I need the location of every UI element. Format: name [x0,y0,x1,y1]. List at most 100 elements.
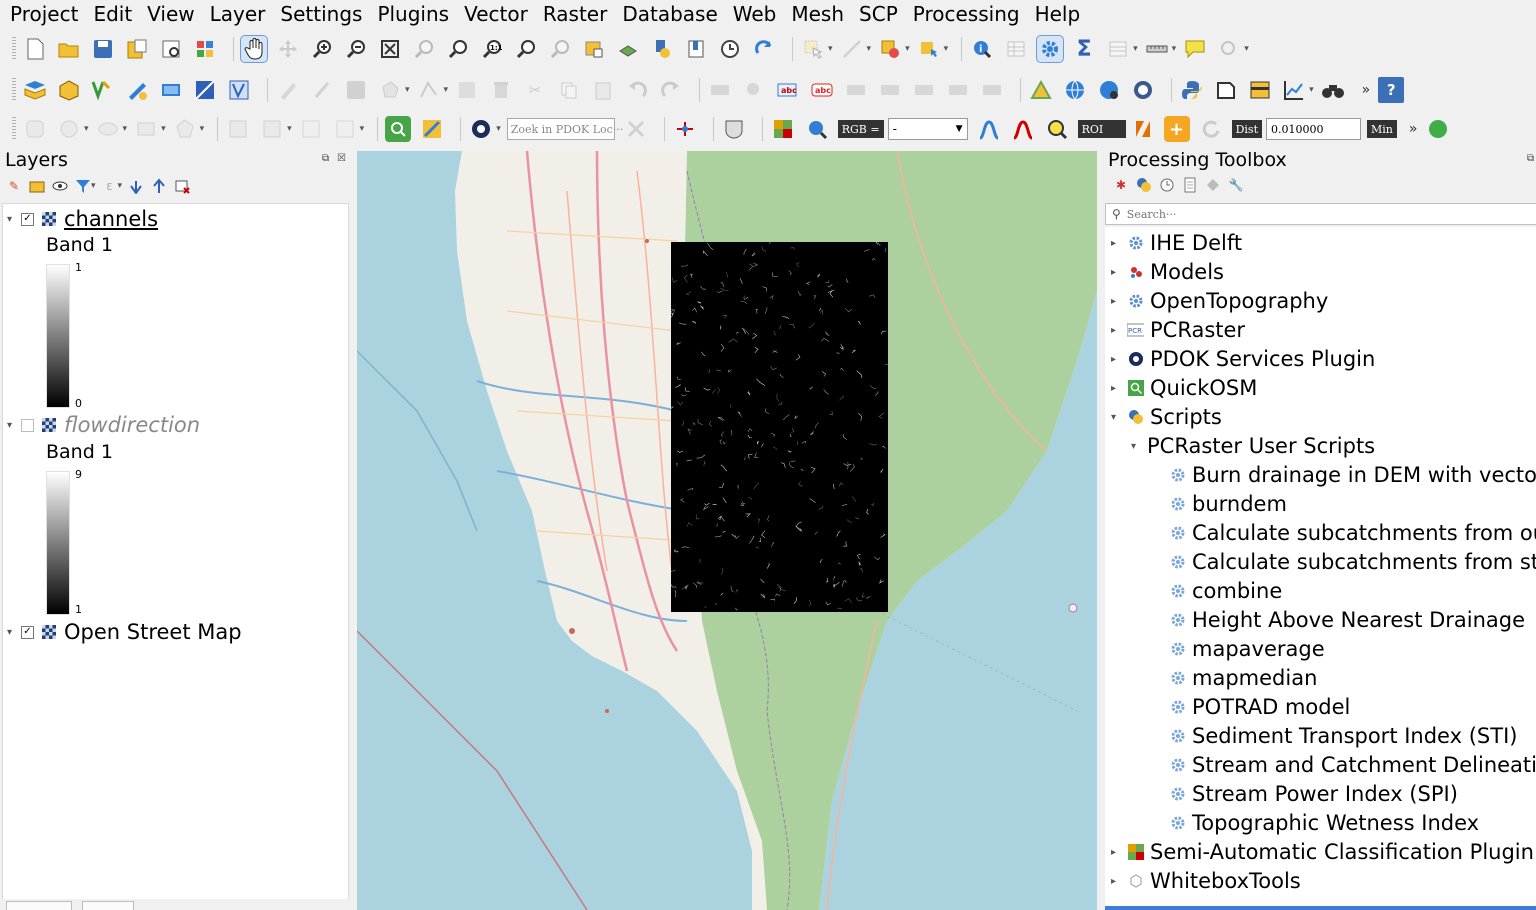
chevron-down-icon[interactable]: ▾ [905,44,910,54]
select-location-icon[interactable] [916,36,942,62]
add-ellipse-icon[interactable] [95,116,121,142]
split-features-icon[interactable] [298,116,324,142]
toolbox-item-height-above-nearest-drainage[interactable]: Height Above Nearest Drainage [1169,606,1525,634]
chevron-down-icon[interactable]: ▾ [123,124,128,134]
map-tips-icon[interactable] [1182,36,1208,62]
layer-name-channels[interactable]: channels [64,207,158,231]
identify-features-icon[interactable]: i [969,36,995,62]
toolbox-item-topographic-wetness-index[interactable]: Topographic Wetness Index [1169,809,1479,837]
change-label-icon[interactable] [945,77,971,103]
chevron-down-icon[interactable]: ▾ [1172,44,1177,54]
highlight-pinned-icon[interactable] [843,77,869,103]
toolbar-handle[interactable] [12,37,16,61]
toolbar-overflow-icon[interactable]: » [1409,121,1418,137]
cut-features-icon[interactable]: ✂ [522,77,548,103]
chevron-right-icon[interactable]: ▸ [1111,325,1127,336]
expand-all-icon[interactable] [128,178,144,194]
filter-legend-icon[interactable] [75,178,91,194]
zoom-out-icon[interactable] [343,36,369,62]
toolbox-item-pdok-services-plugin[interactable]: ▸ PDOK Services Plugin [1111,345,1375,373]
toolbox-item-pcraster-user-scripts[interactable]: ▾ PCRaster User Scripts [1131,432,1375,460]
edit-features-in-place-icon[interactable] [1205,177,1221,193]
float-panel-icon[interactable]: ⧉ [322,153,329,164]
zoom-next-icon[interactable] [547,36,573,62]
chevron-right-icon[interactable]: ▸ [1111,354,1127,365]
add-regular-polygon-icon[interactable] [172,116,198,142]
add-polygon-icon[interactable] [377,77,403,103]
help-icon[interactable]: ? [1378,77,1405,103]
chevron-right-icon[interactable]: ▸ [1111,238,1127,249]
chevron-down-icon[interactable]: ▾ [1309,85,1314,95]
new-bookmark-icon[interactable] [649,36,675,62]
layer-checkbox-flowdirection[interactable] [21,418,34,432]
chevron-right-icon[interactable]: ▸ [1111,267,1127,278]
add-rectangle-icon[interactable] [133,116,159,142]
chevron-down-icon[interactable]: ▾ [360,124,365,134]
options-wrench-icon[interactable]: 🔧 [1228,177,1244,193]
show-bookmarks-icon[interactable] [683,36,709,62]
python-console-icon[interactable] [1179,77,1205,103]
pin-labels-icon[interactable] [741,77,767,103]
toolbox-item-whiteboxtools[interactable]: ▸ WhiteboxTools [1111,867,1301,895]
chevron-down-icon[interactable]: ▾ [7,627,21,638]
data-source-manager-icon[interactable] [22,77,48,103]
toolbox-item-burndem[interactable]: burndem [1169,490,1287,518]
layer-name-osm[interactable]: Open Street Map [64,620,242,644]
save-project-icon[interactable] [90,36,116,62]
toolbox-item-ihe-delft[interactable]: ▸ IHE Delft [1111,229,1242,257]
models-icon[interactable]: ✱ [1113,177,1129,193]
local-cumulative-stretch-icon[interactable] [976,116,1002,142]
measure-line-icon[interactable] [1144,36,1170,62]
zoom-to-selection-icon[interactable] [411,36,437,62]
new-raster-layer-icon[interactable] [192,77,218,103]
toolbox-item-potrad-model[interactable]: POTRAD model [1169,693,1350,721]
results-viewer-icon[interactable] [1182,177,1198,193]
label-toolbar-icon[interactable] [707,77,733,103]
toolbox-item-models[interactable]: ▸ Models [1111,258,1224,286]
open-attribute-table-icon[interactable] [1003,36,1029,62]
toolbox-item-semi-automatic-classification-plugin[interactable]: ▸ Semi-Automatic Classification Plugin [1111,838,1534,866]
chevron-down-icon[interactable]: ▾ [161,124,166,134]
rgb-combo[interactable]: - ▼ [887,118,968,140]
zoom-roi-icon[interactable] [1044,116,1070,142]
print-layout-icon[interactable] [158,36,184,62]
metasearch-icon[interactable] [1130,77,1156,103]
toolbox-item-burn-drainage-in-dem-with-vector[interactable]: Burn drainage in DEM with vector... [1169,461,1536,489]
toolbar-overflow-icon[interactable]: » [1362,82,1371,98]
chevron-down-icon[interactable]: ▾ [84,124,89,134]
locator-icon[interactable] [1216,36,1242,62]
move-label-icon[interactable] [877,77,903,103]
toolbox-item-sediment-transport-index-sti[interactable]: Sediment Transport Index (STI) [1169,722,1517,750]
zoom-in-icon[interactable] [309,36,335,62]
scripts-icon[interactable] [1136,177,1152,193]
chevron-right-icon[interactable]: ▸ [1111,876,1127,887]
toolbox-item-pcraster[interactable]: ▸ PCR PCRaster [1111,316,1245,344]
dist-spinbox[interactable]: 0.010000 [1266,118,1361,140]
new-virtual-layer-icon[interactable] [158,77,184,103]
qgis-resources-icon[interactable] [1028,77,1054,103]
close-icon[interactable]: ☒ [337,153,346,164]
toolbar-handle[interactable] [12,78,16,102]
vertex-tool-icon[interactable] [416,77,442,103]
layer-diagram-icon[interactable]: abc [809,77,835,103]
menu-view[interactable]: View [147,1,194,27]
zoom-full-icon[interactable] [377,36,403,62]
delete-selected-icon[interactable] [488,77,514,103]
manage-map-themes-icon[interactable] [52,178,68,194]
scp-band-set-icon[interactable] [672,116,698,142]
toolbox-item-calculate-subcatchments-from-ou[interactable]: Calculate subcatchments from ou... [1169,519,1536,547]
processing-toolbox-icon[interactable] [1036,35,1065,63]
new-3d-view-icon[interactable] [615,36,641,62]
chevron-down-icon[interactable]: ▾ [444,85,449,95]
toolbox-item-mapaverage[interactable]: mapaverage [1169,635,1325,663]
advanced-digitizing-icon[interactable] [225,116,251,142]
chevron-down-icon[interactable]: ▾ [7,214,21,225]
chevron-down-icon[interactable]: ▾ [828,44,833,54]
toolbox-item-quickosm[interactable]: ▸ QuickOSM [1111,374,1257,402]
map-canvas[interactable] [357,151,1097,910]
float-panel-icon[interactable]: ⧉ [1527,153,1534,164]
chevron-down-icon[interactable]: ▾ [496,124,501,134]
style-manager-icon[interactable] [192,36,218,62]
digitize-shape-icon[interactable] [22,116,48,142]
plus-roi-icon[interactable]: + [1163,116,1190,142]
